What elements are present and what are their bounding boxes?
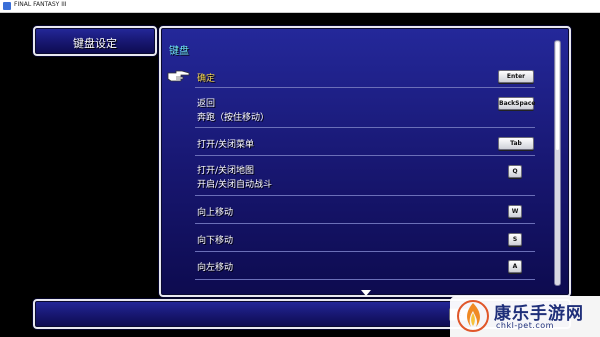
- keycap[interactable]: S: [508, 233, 522, 246]
- pointing-hand-icon: [167, 70, 190, 82]
- app-icon: [3, 2, 11, 10]
- binding-row-map[interactable]: 打开/关闭地图 开启/关闭自动战斗 Q: [195, 158, 535, 196]
- action-label: 确定: [197, 74, 216, 84]
- binding-row-up[interactable]: 向上移动 W: [195, 198, 535, 224]
- keybinding-panel: 键盘 确定 Enter 返回 奔跑（按住移动） BackSpace 打开/关闭菜…: [159, 26, 571, 297]
- row-divider: [195, 127, 535, 128]
- action-label: 向左移动: [197, 263, 234, 273]
- watermark-url: chkl-pet.com: [496, 321, 554, 330]
- binding-row-confirm[interactable]: 确定 Enter: [195, 64, 535, 88]
- keycap[interactable]: Q: [508, 165, 522, 178]
- action-label: 打开/关闭菜单: [197, 140, 255, 150]
- down-arrow-icon[interactable]: [361, 290, 371, 296]
- tab-keyboard-settings-label: 键盘设定: [73, 37, 117, 50]
- action-label: 打开/关闭地图: [197, 166, 255, 176]
- keycap[interactable]: A: [508, 260, 522, 273]
- site-watermark: 康乐手游网 chkl-pet.com: [450, 296, 600, 337]
- tab-keyboard-settings[interactable]: 键盘设定: [33, 26, 157, 56]
- action-label: 返回: [197, 99, 216, 109]
- binding-row-menu[interactable]: 打开/关闭菜单 Tab: [195, 130, 535, 156]
- scrollbar[interactable]: [554, 40, 561, 286]
- row-divider: [195, 155, 535, 156]
- row-divider: [195, 251, 535, 252]
- row-divider: [195, 195, 535, 196]
- keycap[interactable]: BackSpace: [498, 97, 535, 110]
- window-titlebar: FINAL FANTASY III: [0, 0, 600, 13]
- section-heading: 键盘: [169, 46, 189, 57]
- action-label: 向上移动: [197, 208, 234, 218]
- flame-logo-icon: [457, 300, 489, 332]
- keycap[interactable]: Tab: [498, 137, 534, 150]
- binding-row-back[interactable]: 返回 奔跑（按住移动） BackSpace: [195, 90, 535, 128]
- row-divider: [195, 223, 535, 224]
- keycap[interactable]: W: [508, 205, 522, 218]
- row-divider: [195, 87, 535, 88]
- action-label-secondary: 奔跑（按住移动）: [197, 113, 270, 123]
- action-label: 向下移动: [197, 236, 234, 246]
- binding-row-down[interactable]: 向下移动 S: [195, 226, 535, 252]
- binding-row-left[interactable]: 向左移动 A: [195, 254, 535, 280]
- scrollbar-thumb[interactable]: [556, 42, 559, 150]
- action-label-secondary: 开启/关闭自动战斗: [197, 180, 273, 190]
- row-divider: [195, 279, 535, 280]
- keycap[interactable]: Enter: [498, 70, 534, 83]
- window-title: FINAL FANTASY III: [14, 1, 67, 8]
